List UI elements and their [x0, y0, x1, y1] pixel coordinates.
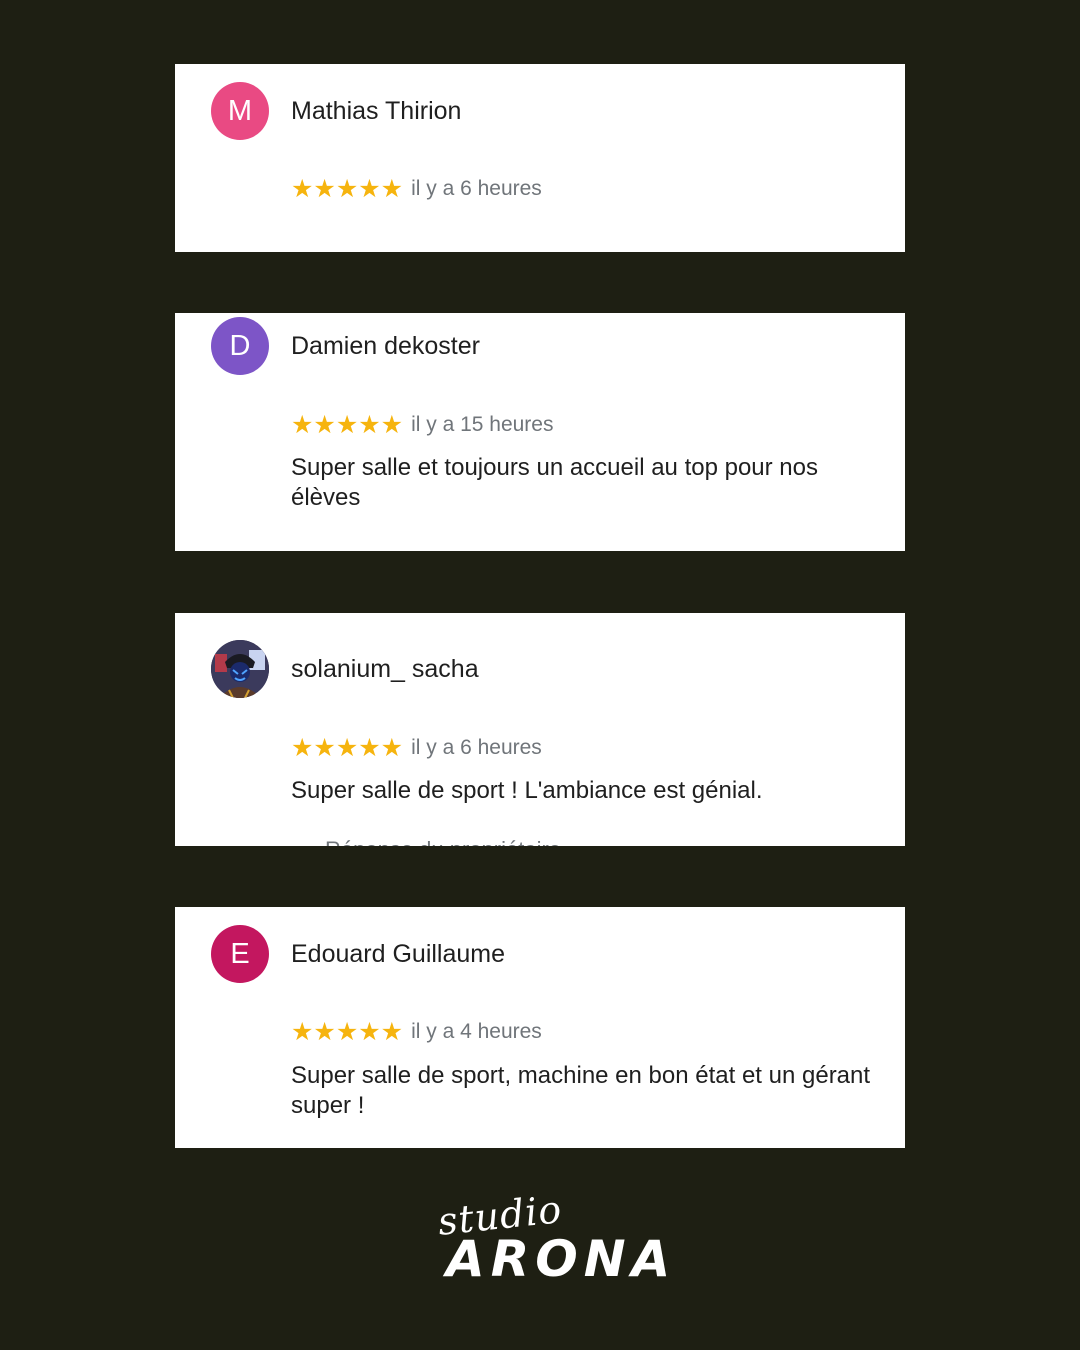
reviewer-name[interactable]: Damien dekoster	[291, 332, 480, 361]
star-rating: ★★★★★	[291, 174, 404, 203]
reviewer-name[interactable]: Mathias Thirion	[291, 97, 461, 126]
star-rating: ★★★★★	[291, 733, 404, 762]
avatar: D	[211, 317, 269, 375]
reviewer-name[interactable]: solanium_ sacha	[291, 655, 479, 684]
review-time: il y a 6 heures	[411, 177, 542, 200]
rating-row: ★★★★★ il y a 4 heures	[291, 1017, 542, 1047]
user-photo-icon	[211, 640, 269, 698]
star-rating: ★★★★★	[291, 1017, 404, 1046]
review-card: solanium_ sacha ★★★★★ il y a 6 heures Su…	[175, 613, 905, 846]
studio-arona-logo: studio ARONA	[430, 1187, 671, 1296]
star-rating: ★★★★★	[291, 410, 404, 439]
rating-row: ★★★★★ il y a 6 heures	[291, 733, 542, 763]
owner-response-label: Réponse du propriétaire	[325, 837, 561, 846]
review-time: il y a 6 heures	[411, 736, 542, 759]
review-card: E Edouard Guillaume ★★★★★ il y a 4 heure…	[175, 907, 905, 1148]
review-text: Super salle et toujours un accueil au to…	[291, 454, 819, 511]
review-time: il y a 15 heures	[411, 413, 554, 436]
review-text: Super salle de sport, machine en bon éta…	[291, 1062, 871, 1119]
rating-row: ★★★★★ il y a 6 heures	[291, 174, 542, 204]
avatar: M	[211, 82, 269, 140]
reviewer-name[interactable]: Edouard Guillaume	[291, 940, 505, 969]
review-time: il y a 4 heures	[411, 1020, 542, 1043]
review-text: Super salle de sport ! L'ambiance est gé…	[291, 777, 763, 804]
avatar	[211, 640, 269, 698]
rating-row: ★★★★★ il y a 15 heures	[291, 410, 553, 440]
avatar: E	[211, 925, 269, 983]
logo-wordmark: ARONA	[446, 1230, 677, 1288]
review-card: M Mathias Thirion ★★★★★ il y a 6 heures	[175, 64, 905, 252]
review-card: D Damien dekoster ★★★★★ il y a 15 heures…	[175, 313, 905, 551]
